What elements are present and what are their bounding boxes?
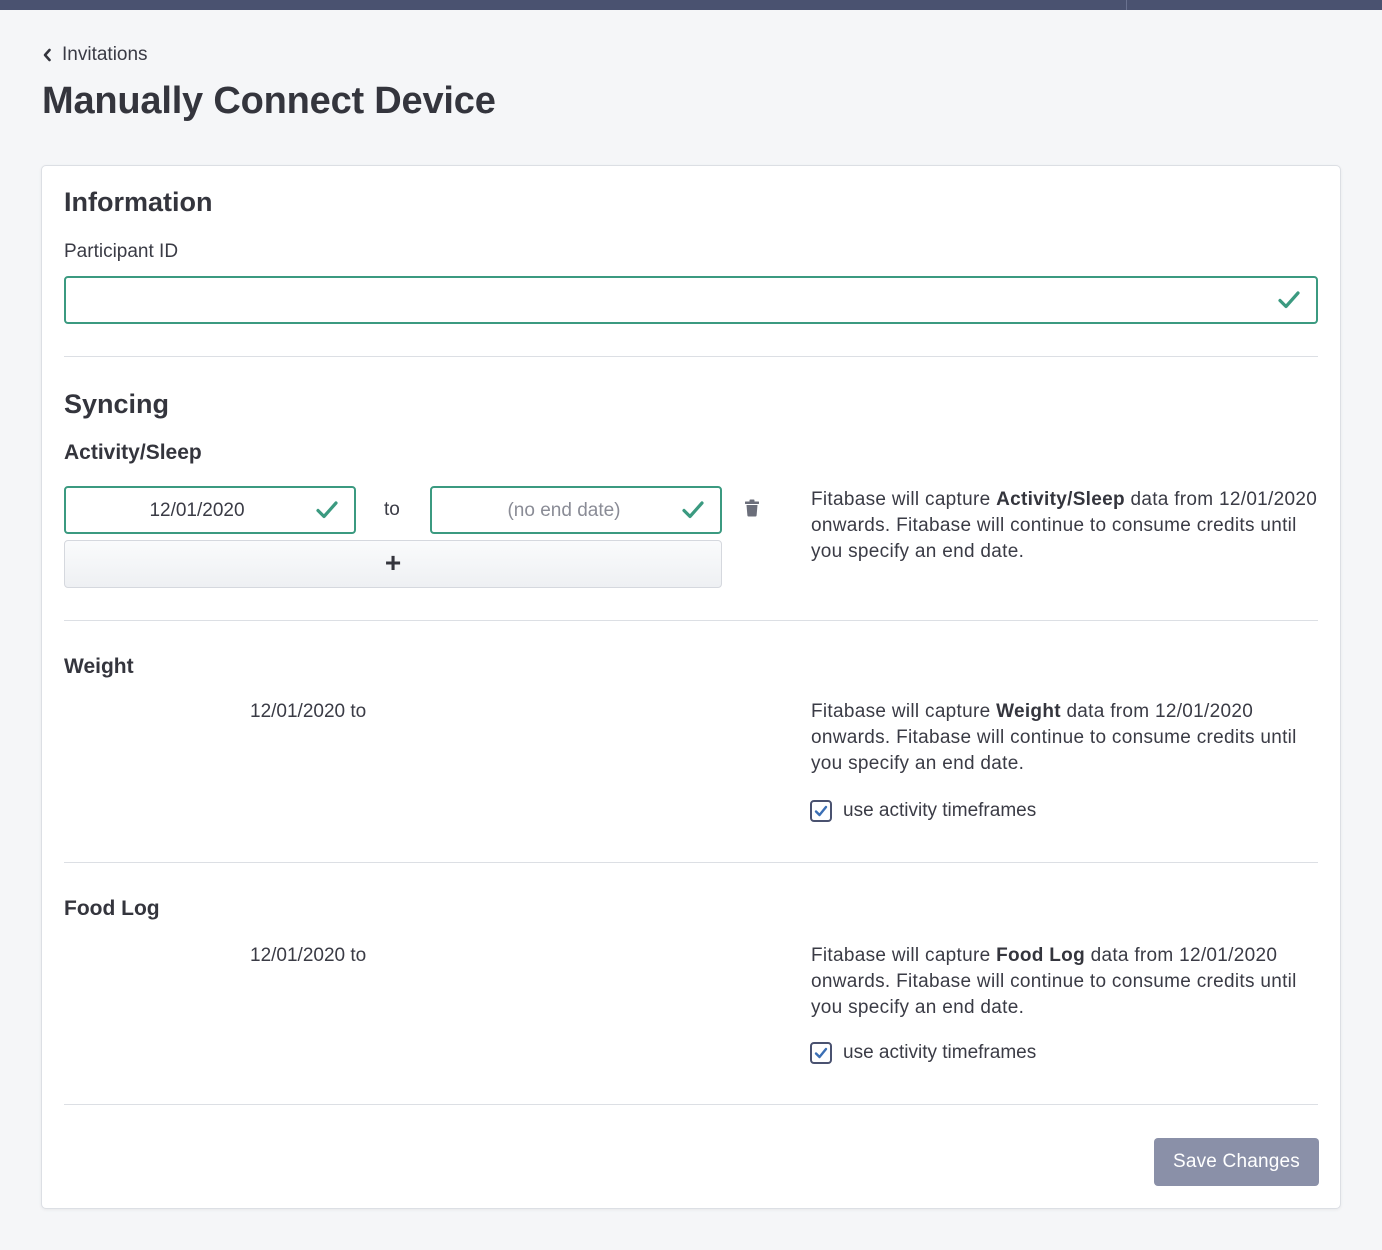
- activity-end-date-placeholder: (no end date): [507, 500, 621, 521]
- checkbox-checked-icon[interactable]: [810, 1042, 832, 1064]
- syncing-section-title: Syncing: [64, 389, 170, 419]
- activity-sleep-title: Activity/Sleep: [64, 441, 202, 464]
- weight-use-activity-timeframes[interactable]: use activity timeframes: [810, 800, 1036, 822]
- activity-start-date-value: 12/01/2020: [149, 500, 245, 521]
- breadcrumb-label[interactable]: Invitations: [62, 44, 148, 66]
- food-log-date-range: 12/01/2020 to: [250, 945, 367, 966]
- help-text-data-type: Weight: [996, 701, 1061, 722]
- food-log-use-activity-timeframes[interactable]: use activity timeframes: [810, 1042, 1036, 1064]
- page-title: Manually Connect Device: [42, 80, 496, 122]
- section-divider: [64, 862, 1318, 863]
- top-navigation-bar: [0, 0, 1382, 10]
- food-log-help-text: Fitabase will capture Food Log data from…: [811, 943, 1321, 1021]
- chevron-left-icon: [42, 48, 52, 62]
- food-log-title: Food Log: [64, 897, 160, 920]
- breadcrumb-back-link[interactable]: Invitations: [42, 44, 148, 66]
- save-changes-button[interactable]: Save Changes: [1154, 1138, 1319, 1186]
- check-icon: [682, 500, 704, 525]
- help-text-prefix: Fitabase will capture: [811, 945, 997, 966]
- participant-id-label: Participant ID: [64, 241, 179, 262]
- checkbox-label[interactable]: use activity timeframes: [843, 1042, 1036, 1064]
- check-icon: [316, 500, 338, 525]
- participant-id-input[interactable]: [64, 276, 1318, 324]
- trash-icon[interactable]: [744, 499, 760, 522]
- checkbox-label[interactable]: use activity timeframes: [843, 800, 1036, 822]
- weight-date-range: 12/01/2020 to: [250, 701, 367, 722]
- help-text-prefix: Fitabase will capture: [811, 489, 997, 510]
- section-divider: [64, 1104, 1318, 1105]
- checkbox-checked-icon[interactable]: [810, 800, 832, 822]
- add-range-label: +: [384, 547, 402, 578]
- activity-end-date-input[interactable]: (no end date): [430, 486, 722, 534]
- check-icon: [1278, 290, 1300, 315]
- information-section-title: Information: [64, 187, 213, 217]
- help-text-data-type: Activity/Sleep: [996, 489, 1125, 510]
- weight-title: Weight: [64, 655, 134, 678]
- activity-start-date-input[interactable]: 12/01/2020: [64, 486, 356, 534]
- add-date-range-button[interactable]: +: [64, 540, 722, 588]
- weight-help-text: Fitabase will capture Weight data from 1…: [811, 699, 1321, 777]
- help-text-data-type: Food Log: [996, 945, 1085, 966]
- date-range-to-label: to: [384, 499, 400, 520]
- topbar-divider: [1126, 0, 1127, 10]
- section-divider: [64, 356, 1318, 357]
- connect-device-card: Information Participant ID Syncing Activ…: [41, 165, 1341, 1209]
- section-divider: [64, 620, 1318, 621]
- activity-sleep-help-text: Fitabase will capture Activity/Sleep dat…: [811, 487, 1321, 565]
- help-text-prefix: Fitabase will capture: [811, 701, 997, 722]
